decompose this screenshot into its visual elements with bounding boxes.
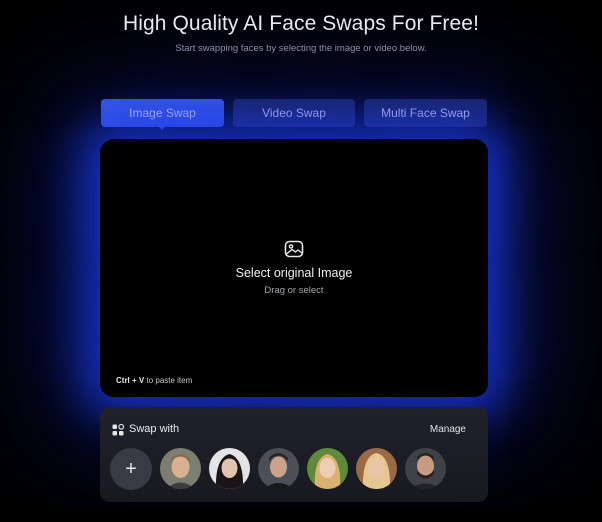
face-thumbnail-2[interactable] — [209, 448, 250, 489]
add-face-button[interactable]: + — [110, 448, 152, 490]
paste-shortcut-key: Ctrl + V — [116, 376, 145, 385]
face-thumbnail-6[interactable] — [405, 448, 446, 489]
face-thumbnail-1[interactable] — [160, 448, 201, 489]
active-tab-indicator — [156, 124, 168, 130]
tab-multi-face-swap[interactable]: Multi Face Swap — [364, 99, 487, 127]
page-title: High Quality AI Face Swaps For Free! — [122, 12, 480, 35]
manage-button[interactable]: Manage — [430, 424, 466, 435]
paste-hint: Ctrl + V to paste item — [116, 376, 192, 385]
tab-image-swap[interactable]: Image Swap — [101, 99, 224, 127]
face-thumbnail-5[interactable] — [356, 448, 397, 489]
swap-mode-tabs: Image Swap Video Swap Multi Face Swap — [101, 99, 487, 127]
face-thumbnail-3[interactable] — [258, 448, 299, 489]
plus-icon: + — [125, 457, 137, 480]
page-subtitle: Start swapping faces by selecting the im… — [175, 43, 427, 54]
swap-with-panel: Swap with Manage + — [100, 407, 488, 502]
swap-with-label: Swap with — [129, 423, 180, 435]
dropzone-subtitle: Drag or select — [264, 285, 324, 296]
tab-video-swap[interactable]: Video Swap — [233, 99, 355, 127]
faces-icon — [112, 424, 124, 436]
face-thumbnail-4[interactable] — [307, 448, 348, 489]
image-dropzone[interactable]: Select original Image Drag or select Ctr… — [100, 139, 488, 397]
paste-hint-text: to paste item — [146, 376, 193, 385]
dropzone-title: Select original Image — [235, 266, 353, 280]
image-icon — [284, 240, 304, 258]
